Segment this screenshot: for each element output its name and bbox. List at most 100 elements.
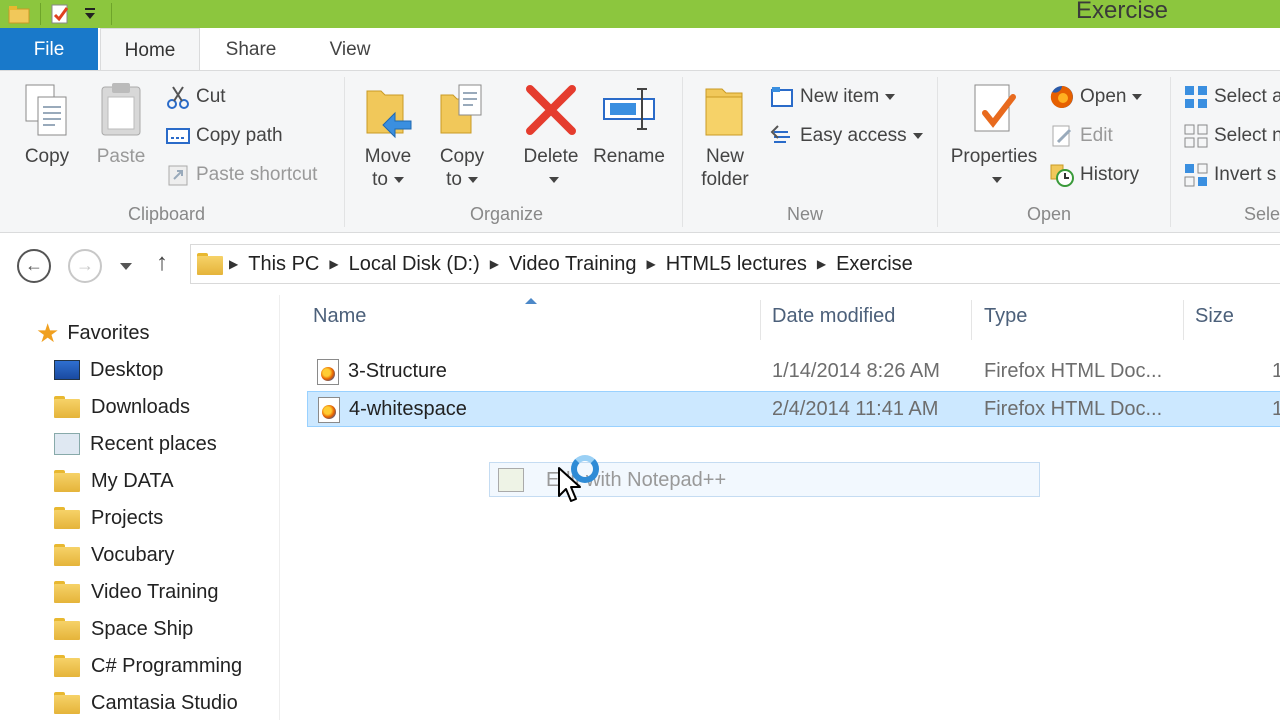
downloads-folder-icon — [54, 396, 80, 418]
select-none-icon — [1184, 124, 1208, 148]
tab-home[interactable]: Home — [100, 28, 200, 70]
nav-item-video-training[interactable]: Video Training — [54, 574, 219, 610]
chevron-down-icon — [885, 94, 896, 100]
paste-shortcut-button[interactable]: Paste shortcut — [166, 160, 317, 190]
nav-item-recent-places[interactable]: Recent places — [54, 426, 217, 462]
paste-button[interactable]: Paste — [88, 81, 154, 168]
group-label-clipboard: Clipboard — [128, 204, 206, 224]
nav-item-space-ship[interactable]: Space Ship — [54, 611, 193, 647]
copy-button[interactable]: Copy — [14, 81, 80, 168]
chevron-right-icon[interactable]: ▶ — [329, 257, 338, 271]
star-icon: ★ — [36, 317, 60, 348]
move-to-icon — [361, 81, 415, 141]
new-folder-button[interactable]: New folder — [692, 81, 758, 191]
new-item-icon — [770, 85, 794, 109]
file-name: 4-whitespace — [349, 398, 467, 420]
nav-item-camtasia-studio[interactable]: Camtasia Studio — [54, 685, 238, 720]
nav-item-csharp-programming[interactable]: C# Programming — [54, 648, 242, 684]
copy-icon — [20, 81, 74, 141]
nav-item-vocubary[interactable]: Vocubary — [54, 537, 174, 573]
breadcrumb-exercise[interactable]: Exercise — [836, 253, 913, 276]
file-size: 1 — [1272, 398, 1280, 420]
history-icon — [1050, 163, 1074, 187]
group-label-open: Open — [1027, 204, 1072, 224]
recent-locations-chevron-icon[interactable] — [120, 263, 132, 270]
scissors-icon — [166, 85, 190, 109]
folder-icon — [197, 253, 223, 275]
folder-icon — [54, 470, 80, 492]
folder-icon — [54, 655, 80, 677]
copy-path-button[interactable]: Copy path — [166, 121, 283, 151]
file-date: 2/4/2014 11:41 AM — [772, 398, 939, 420]
paste-shortcut-icon — [166, 163, 190, 187]
column-header-type[interactable]: Type — [984, 305, 1027, 328]
navigation-pane: ★ Favorites Desktop Downloads Recent pla… — [0, 295, 280, 720]
nav-item-my-data[interactable]: My DATA — [54, 463, 174, 499]
edit-icon — [1050, 124, 1074, 148]
chevron-right-icon[interactable]: ▶ — [646, 257, 655, 271]
tab-view[interactable]: View — [312, 28, 388, 70]
chevron-down-icon — [549, 176, 559, 183]
cut-button[interactable]: Cut — [166, 82, 226, 112]
copy-path-icon — [166, 124, 190, 148]
notepadpp-icon — [498, 468, 524, 492]
move-to-button[interactable]: Move to — [356, 81, 420, 191]
title-bar: Exercise — [0, 0, 1280, 28]
group-label-organize: Organize — [470, 204, 544, 224]
ribbon: Copy Paste Cut Copy path Paste shortcut … — [0, 70, 1280, 233]
firefox-html-document-icon — [317, 359, 339, 385]
invert-selection-icon — [1184, 163, 1208, 187]
rename-button[interactable]: Rename — [590, 81, 668, 168]
folder-icon[interactable] — [8, 3, 30, 25]
properties-icon[interactable] — [49, 3, 71, 25]
file-row-3-structure[interactable]: 3-Structure 1/14/2014 8:26 AM Firefox HT… — [307, 354, 1280, 390]
forward-button[interactable]: → — [68, 249, 102, 283]
copy-to-button[interactable]: Copy to — [430, 81, 494, 191]
select-all-button[interactable]: Select a — [1184, 82, 1280, 112]
firefox-icon — [1050, 85, 1074, 109]
column-header-name[interactable]: Name — [313, 305, 366, 328]
nav-item-downloads[interactable]: Downloads — [54, 389, 190, 425]
copy-to-icon — [435, 81, 489, 141]
breadcrumb-this-pc[interactable]: This PC — [248, 253, 319, 276]
chevron-right-icon[interactable]: ▶ — [229, 257, 238, 271]
folder-icon — [54, 581, 80, 603]
easy-access-button[interactable]: Easy access — [770, 121, 923, 151]
back-button[interactable]: ← — [17, 249, 51, 283]
sort-ascending-icon — [525, 298, 537, 304]
nav-item-projects[interactable]: Projects — [54, 500, 163, 536]
column-header-size[interactable]: Size — [1195, 305, 1234, 328]
new-item-button[interactable]: New item — [770, 82, 896, 112]
tab-file[interactable]: File — [0, 28, 98, 70]
navigation-bar: ← → ↑ ▶ This PC ▶ Local Disk (D:) ▶ Vide… — [0, 233, 1280, 295]
invert-selection-button[interactable]: Invert s — [1184, 160, 1276, 190]
mouse-cursor-icon — [558, 467, 581, 502]
select-none-button[interactable]: Select n — [1184, 121, 1280, 151]
chevron-right-icon[interactable]: ▶ — [817, 257, 826, 271]
firefox-html-document-icon — [318, 397, 340, 423]
file-name: 3-Structure — [348, 360, 447, 382]
breadcrumb-local-disk[interactable]: Local Disk (D:) — [349, 253, 480, 276]
group-label-select: Sele — [1244, 204, 1280, 224]
breadcrumb-video-training[interactable]: Video Training — [509, 253, 637, 276]
chevron-down-icon — [467, 176, 478, 183]
file-row-4-whitespace[interactable]: 4-whitespace 2/4/2014 11:41 AM Firefox H… — [307, 391, 1280, 427]
nav-item-desktop[interactable]: Desktop — [54, 352, 163, 388]
breadcrumb-html5-lectures[interactable]: HTML5 lectures — [666, 253, 807, 276]
edit-button[interactable]: Edit — [1050, 121, 1113, 151]
delete-icon — [524, 81, 578, 141]
file-date: 1/14/2014 8:26 AM — [772, 360, 940, 382]
customize-toolbar-icon[interactable] — [79, 3, 101, 25]
column-header-date-modified[interactable]: Date modified — [772, 305, 895, 328]
tab-share[interactable]: Share — [210, 28, 292, 70]
select-all-icon — [1184, 85, 1208, 109]
nav-item-favorites[interactable]: ★ Favorites — [36, 315, 150, 351]
delete-button[interactable]: Delete — [518, 81, 584, 191]
chevron-right-icon[interactable]: ▶ — [490, 257, 499, 271]
properties-button[interactable]: Properties — [946, 81, 1042, 191]
open-button[interactable]: Open — [1050, 82, 1143, 112]
history-button[interactable]: History — [1050, 160, 1139, 190]
address-bar[interactable]: ▶ This PC ▶ Local Disk (D:) ▶ Video Trai… — [190, 244, 1280, 284]
chevron-down-icon — [992, 176, 1002, 183]
up-arrow-icon[interactable]: ↑ — [156, 249, 168, 277]
